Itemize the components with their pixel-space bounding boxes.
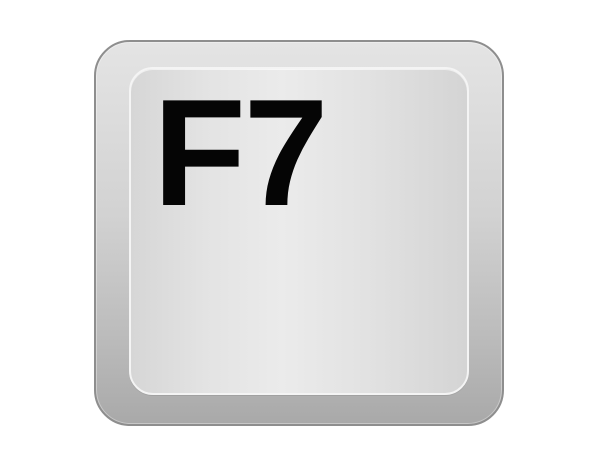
- key-face: F7: [129, 67, 469, 395]
- canvas: F7: [0, 0, 600, 450]
- key-label: F7: [153, 68, 328, 238]
- f7-key[interactable]: F7: [94, 40, 504, 426]
